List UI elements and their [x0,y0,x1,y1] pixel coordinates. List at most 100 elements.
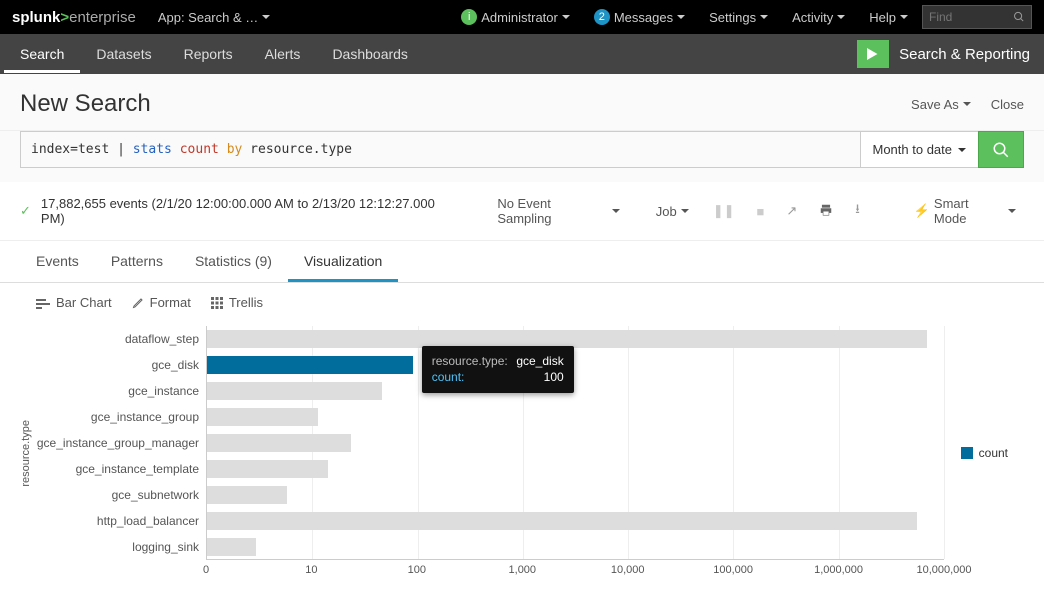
close-button[interactable]: Close [991,97,1024,112]
export-button[interactable]: ⭳ [849,196,866,226]
nav-item-alerts[interactable]: Alerts [249,35,317,73]
find-input[interactable] [929,10,1013,24]
help-menu[interactable]: Help [859,4,918,31]
logo-chevron: > [60,9,69,26]
y-axis-label: resource.type [20,420,32,487]
bar-label: gce_instance_group_manager [34,436,199,450]
bar[interactable] [207,382,382,400]
bar-row[interactable]: gce_instance_group [207,408,318,426]
app-selector[interactable]: App: Search & … [148,4,280,31]
nav-item-dashboards[interactable]: Dashboards [316,35,424,73]
trellis-button[interactable]: Trellis [211,295,263,310]
caret-down-icon [837,15,845,19]
messages-label: Messages [614,10,673,25]
caret-down-icon [963,102,971,106]
pause-button[interactable]: ❚❚ [707,199,741,223]
nav-item-search[interactable]: Search [4,35,80,73]
find-box[interactable] [922,5,1032,29]
job-menu[interactable]: Job [648,200,697,223]
page-title: New Search [20,90,151,118]
bolt-icon: ⚡ [914,203,930,219]
settings-label: Settings [709,10,756,25]
bar[interactable] [207,330,927,348]
bar-label: gce_instance_group [34,410,199,424]
bar-label: dataflow_step [34,332,199,346]
bar-label: gce_subnetwork [34,488,199,502]
caret-down-icon [262,15,270,19]
format-button[interactable]: Format [132,295,191,310]
bar[interactable] [207,460,328,478]
bar-row[interactable]: dataflow_step [207,330,927,348]
global-nav-bar: splunk>enterprise App: Search & … i Admi… [0,0,1044,34]
bar-row[interactable]: gce_instance_group_manager [207,434,351,452]
nav-item-reports[interactable]: Reports [168,35,249,73]
bar-row[interactable]: logging_sink [207,538,256,556]
viz-toolbar: Bar Chart Format Trellis [0,283,1044,322]
page-actions: Save As Close [911,97,1024,112]
bar-row[interactable]: gce_instance_template [207,460,328,478]
bar[interactable] [207,486,287,504]
result-tabs: Events Patterns Statistics (9) Visualiza… [0,241,1044,283]
bar-row[interactable]: gce_subnetwork [207,486,287,504]
bar[interactable] [207,538,256,556]
search-input[interactable]: index=test | stats count by resource.typ… [20,131,860,168]
chart-type-picker[interactable]: Bar Chart [36,295,112,310]
x-tick: 0 [203,564,209,576]
caret-down-icon [958,148,966,152]
messages-menu[interactable]: 2 Messages [584,3,695,31]
pencil-icon [132,297,144,309]
print-button[interactable] [813,199,839,224]
x-tick: 100 [408,564,426,576]
bar-chart-icon [36,297,50,309]
x-axis: 0101001,00010,000100,0001,000,00010,000,… [206,560,944,580]
activity-menu[interactable]: Activity [782,4,855,31]
app-selector-label: App: Search & … [158,10,258,25]
bar-row[interactable]: gce_disk [207,356,413,374]
check-icon: ✓ [20,203,31,219]
time-range-picker[interactable]: Month to date [860,131,979,168]
legend-label: count [979,446,1008,460]
search-icon [992,141,1010,159]
app-brand-icon [857,40,889,68]
event-sampling-dropdown[interactable]: No Event Sampling [489,192,627,230]
admin-label: Administrator [481,10,558,25]
tab-visualization[interactable]: Visualization [288,241,398,282]
legend: count [961,446,1008,460]
caret-down-icon [760,15,768,19]
bar-row[interactable]: gce_instance [207,382,382,400]
grid-icon [211,297,223,309]
x-tick: 10,000,000 [916,564,971,576]
search-icon [1013,10,1025,24]
bar[interactable] [207,512,917,530]
caret-down-icon [1008,209,1016,213]
tab-patterns[interactable]: Patterns [95,241,179,282]
save-as-button[interactable]: Save As [911,97,971,112]
messages-count-badge: 2 [594,9,610,25]
tab-events[interactable]: Events [20,241,95,282]
x-tick: 1,000,000 [814,564,863,576]
app-brand-label: Search & Reporting [889,46,1044,63]
bar-label: gce_disk [34,358,199,372]
close-label: Close [991,97,1024,112]
run-search-button[interactable] [978,131,1024,168]
administrator-menu[interactable]: i Administrator [451,3,580,31]
search-mode-dropdown[interactable]: ⚡ Smart Mode [906,192,1024,230]
app-nav-bar: SearchDatasetsReportsAlertsDashboards Se… [0,34,1044,74]
share-button[interactable]: ↗ [780,199,803,223]
nav-item-datasets[interactable]: Datasets [80,35,167,73]
activity-label: Activity [792,10,833,25]
caret-down-icon [900,15,908,19]
bar-label: http_load_balancer [34,514,199,528]
bar-label: logging_sink [34,540,199,554]
tab-statistics[interactable]: Statistics (9) [179,241,288,282]
logo-brand: splunk [12,9,60,26]
bar[interactable] [207,434,351,452]
settings-menu[interactable]: Settings [699,4,778,31]
bar[interactable] [207,356,413,374]
caret-down-icon [681,209,689,213]
bar-label: gce_instance_template [34,462,199,476]
bar[interactable] [207,408,318,426]
bar-row[interactable]: http_load_balancer [207,512,917,530]
stop-button[interactable]: ■ [751,200,771,223]
chart-plot[interactable]: dataflow_step gce_disk gce_instance gce_ins… [206,326,944,560]
